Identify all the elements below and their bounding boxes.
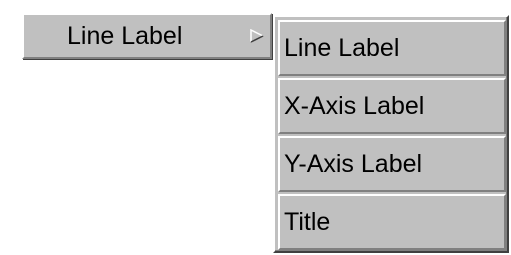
submenu-item-x-axis-label[interactable]: X-Axis Label — [278, 78, 506, 134]
submenu-item-label: Line Label — [284, 34, 400, 62]
submenu-item-label: Title — [284, 208, 331, 236]
submenu-item-title[interactable]: Title — [278, 194, 506, 250]
submenu-item-label: X-Axis Label — [284, 92, 425, 120]
submenu-item-line-label[interactable]: Line Label — [278, 20, 506, 76]
cascade-button-label: Line Label — [67, 22, 183, 50]
submenu-item-label: Y-Axis Label — [284, 150, 423, 178]
line-label-cascade-button[interactable]: Line Label — [22, 13, 272, 59]
cascade-arrow-icon — [250, 28, 265, 43]
label-type-submenu: Line Label X-Axis Label Y-Axis Label Tit… — [273, 15, 509, 253]
submenu-item-y-axis-label[interactable]: Y-Axis Label — [278, 136, 506, 192]
